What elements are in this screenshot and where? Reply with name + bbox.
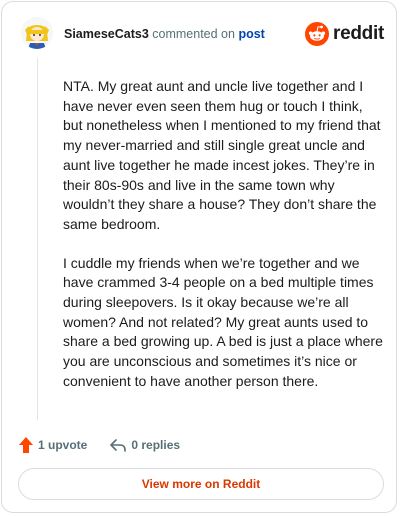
upvote-count: 1 upvote bbox=[38, 438, 88, 452]
comment-paragraph: NTA. My great aunt and uncle live togeth… bbox=[63, 78, 381, 232]
comment-meta: SiameseCats3 commented on post bbox=[64, 27, 265, 41]
username-link[interactable]: SiameseCats3 bbox=[64, 27, 149, 41]
comment-actions: 1 upvote 0 replies bbox=[18, 434, 180, 456]
avatar-icon bbox=[21, 17, 53, 49]
comment-header: SiameseCats3 commented on post reddit bbox=[2, 2, 396, 66]
upvote-arrow-icon bbox=[19, 437, 33, 453]
comment-card: SiameseCats3 commented on post reddit NT… bbox=[1, 1, 397, 513]
post-link[interactable]: post bbox=[238, 27, 264, 41]
thread-line bbox=[37, 58, 38, 420]
action-text: commented on bbox=[152, 27, 235, 41]
replies-button[interactable]: 0 replies bbox=[109, 437, 180, 453]
reply-count: 0 replies bbox=[131, 438, 181, 452]
avatar[interactable] bbox=[21, 17, 53, 49]
reddit-wordmark: reddit bbox=[333, 23, 384, 44]
comment-paragraph: I cuddle my friends when we’re together … bbox=[63, 254, 383, 389]
upvote-button[interactable]: 1 upvote bbox=[18, 436, 87, 454]
reddit-brand[interactable]: reddit bbox=[305, 22, 384, 46]
reply-arrow-icon bbox=[110, 439, 127, 452]
comment-body: NTA. My great aunt and uncle live togeth… bbox=[63, 77, 383, 411]
view-more-button[interactable]: View more on Reddit bbox=[18, 468, 384, 500]
reddit-logo-icon bbox=[305, 22, 330, 46]
